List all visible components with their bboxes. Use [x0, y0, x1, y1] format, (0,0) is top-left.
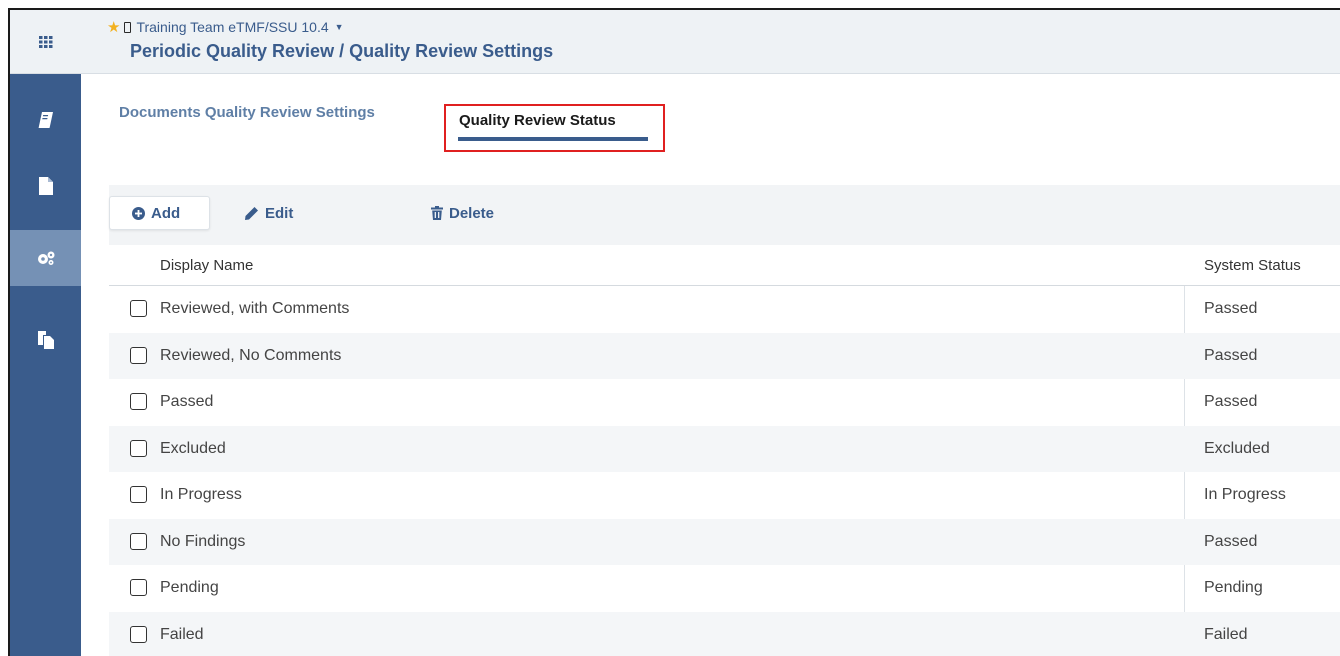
- mobile-device-icon: [124, 21, 132, 33]
- system-status-cell: In Progress: [1204, 486, 1286, 503]
- display-name-cell: Failed: [160, 625, 204, 643]
- plus-circle-icon: [132, 206, 145, 220]
- page-title: Periodic Quality Review / Quality Review…: [130, 41, 554, 61]
- display-name-cell: No Findings: [160, 532, 246, 550]
- display-name-cell: Passed: [160, 393, 214, 410]
- tab-quality-review-status[interactable]: Quality Review Status: [459, 112, 616, 129]
- table-row[interactable]: Pending Pending: [109, 565, 1340, 612]
- apps-grid-icon: [38, 35, 53, 48]
- sidebar: [10, 10, 81, 656]
- toolbar: Add Edit Delete: [109, 185, 1340, 245]
- sidebar-item-book[interactable]: [10, 92, 81, 148]
- row-checkbox[interactable]: [130, 346, 147, 364]
- tab-bar: Documents Quality Review Settings: [119, 102, 375, 121]
- display-name-cell: Excluded: [160, 439, 226, 457]
- display-name-cell: Reviewed, with Comments: [160, 300, 350, 317]
- table-row[interactable]: Passed Passed: [109, 379, 1340, 426]
- display-name-cell: In Progress: [160, 486, 242, 503]
- header-system-status[interactable]: System Status: [1204, 257, 1301, 274]
- tab-documents-quality-review-settings[interactable]: Documents Quality Review Settings: [119, 104, 375, 121]
- row-checkbox[interactable]: [130, 300, 147, 317]
- row-checkbox[interactable]: [130, 486, 147, 503]
- sidebar-item-copy[interactable]: [10, 312, 81, 368]
- sidebar-item-settings[interactable]: [10, 230, 81, 286]
- gears-icon: [36, 250, 56, 266]
- system-status-cell: Failed: [1204, 625, 1248, 643]
- table-row[interactable]: Reviewed, No Comments Passed: [109, 332, 1340, 379]
- edit-button-label: Edit: [265, 204, 294, 222]
- table-row[interactable]: In Progress In Progress: [109, 472, 1340, 519]
- delete-button[interactable]: Delete: [431, 196, 494, 230]
- row-checkbox[interactable]: [130, 439, 147, 457]
- sidebar-item-documents[interactable]: [10, 158, 81, 214]
- row-checkbox[interactable]: [130, 393, 147, 410]
- table-row[interactable]: Failed Failed: [109, 611, 1340, 656]
- display-name-cell: Reviewed, No Comments: [160, 346, 342, 364]
- table-row[interactable]: Reviewed, with Comments Passed: [109, 286, 1340, 333]
- chevron-down-icon[interactable]: ▼: [335, 22, 344, 32]
- system-status-cell: Passed: [1204, 393, 1258, 410]
- row-checkbox[interactable]: [130, 579, 147, 596]
- row-checkbox[interactable]: [130, 625, 147, 643]
- pencil-icon: [244, 206, 259, 221]
- app-frame: ★ Training Team eTMF/SSU 10.4 ▼ Periodic…: [8, 8, 1340, 656]
- star-icon[interactable]: ★: [107, 18, 120, 36]
- app-name: Training Team eTMF/SSU 10.4: [136, 19, 329, 35]
- row-checkbox[interactable]: [130, 532, 147, 550]
- system-status-cell: Passed: [1204, 300, 1258, 317]
- copy-documents-icon: [37, 331, 54, 349]
- trash-icon: [431, 206, 443, 220]
- edit-button[interactable]: Edit: [244, 196, 293, 230]
- delete-button-label: Delete: [449, 204, 495, 222]
- active-tab-indicator: [458, 137, 648, 141]
- app-switcher[interactable]: ★ Training Team eTMF/SSU 10.4 ▼: [107, 18, 344, 36]
- header-display-name[interactable]: Display Name: [160, 257, 253, 274]
- book-icon: [38, 111, 54, 129]
- system-status-cell: Excluded: [1204, 439, 1270, 457]
- system-status-cell: Pending: [1204, 579, 1263, 596]
- add-button[interactable]: Add: [109, 196, 210, 230]
- status-table: Display Name System Status Reviewed, wit…: [109, 245, 1340, 656]
- system-status-cell: Passed: [1204, 346, 1258, 364]
- apps-menu-button[interactable]: [10, 10, 81, 74]
- add-button-label: Add: [151, 204, 181, 222]
- table-row[interactable]: No Findings Passed: [109, 518, 1340, 565]
- header: ★ Training Team eTMF/SSU 10.4 ▼ Periodic…: [81, 10, 1340, 74]
- display-name-cell: Pending: [160, 579, 219, 596]
- table-header: Display Name System Status: [109, 245, 1340, 286]
- system-status-cell: Passed: [1204, 532, 1258, 550]
- table-row[interactable]: Excluded Excluded: [109, 425, 1340, 472]
- document-icon: [38, 177, 53, 195]
